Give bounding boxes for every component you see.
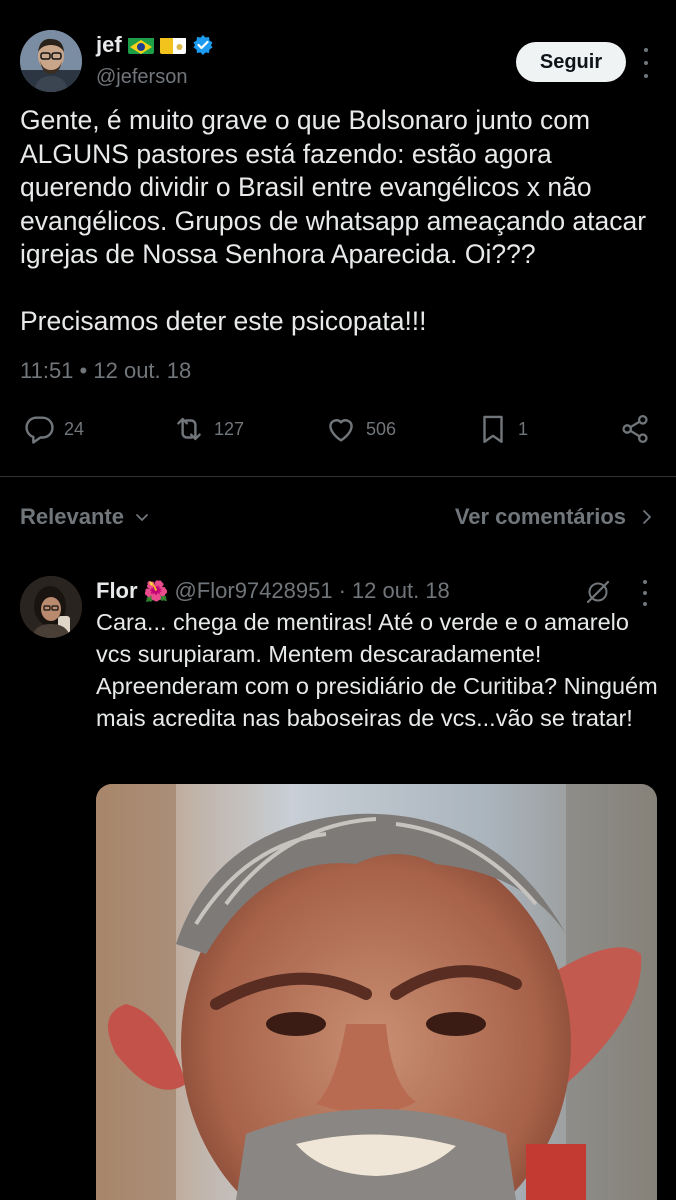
meta-separator: •: [79, 358, 88, 383]
bookmark-count: 1: [518, 418, 529, 439]
reply-more-icon[interactable]: [640, 580, 650, 606]
chevron-down-icon: [136, 514, 148, 521]
retweet-button[interactable]: 127: [172, 412, 244, 446]
tweet-time: 11:51: [20, 358, 74, 383]
author-handle[interactable]: @jeferson: [96, 66, 187, 89]
reply-header: Flor 🌺 @Flor97428951 · 12 out. 18: [96, 578, 450, 604]
section-divider: [0, 476, 676, 477]
reply-author-handle[interactable]: @Flor97428951: [174, 578, 332, 604]
tweet-text: Gente, é muito grave o que Bolsonaro jun…: [20, 105, 647, 336]
reply-icon: [25, 416, 54, 444]
reply-count: 24: [64, 418, 85, 439]
share-icon: [622, 414, 648, 444]
reply-date[interactable]: 12 out. 18: [352, 578, 450, 604]
follow-button[interactable]: Seguir: [516, 42, 626, 82]
retweet-count: 127: [214, 418, 245, 439]
view-comments-label: Ver comentários: [454, 504, 626, 529]
view-comments-link[interactable]: Ver comentários: [455, 504, 654, 530]
hibiscus-emoji: 🌺: [143, 580, 169, 603]
like-count: 506: [366, 418, 397, 439]
retweet-icon: [177, 417, 201, 441]
bookmark-button[interactable]: 1: [476, 412, 528, 446]
reply-attached-image[interactable]: [96, 784, 657, 1200]
author-name-row[interactable]: jef: [96, 32, 214, 58]
author-name[interactable]: jef: [96, 32, 122, 58]
action-bar: 24 127 506 1: [0, 412, 676, 456]
tweet-timestamp[interactable]: 11:51 • 12 out. 18: [20, 358, 191, 384]
tweet-date: 12 out. 18: [93, 358, 192, 383]
caricature-image: [96, 784, 657, 1200]
reply-avatar[interactable]: [20, 576, 82, 638]
share-button[interactable]: [618, 412, 652, 446]
reply-button[interactable]: 24: [22, 412, 84, 446]
vatican-flag-icon: [159, 36, 186, 54]
grok-icon[interactable]: [584, 578, 612, 606]
verified-badge-icon: [192, 34, 214, 56]
reply-text: Cara... chega de mentiras! Até o verde e…: [96, 609, 658, 731]
heart-icon: [329, 419, 353, 442]
chevron-right-icon: [643, 510, 651, 524]
reply-author-name[interactable]: Flor: [96, 578, 138, 604]
author-avatar[interactable]: [20, 30, 82, 92]
bookmark-icon: [483, 415, 503, 443]
like-button[interactable]: 506: [324, 412, 396, 446]
replies-sort-bar: Relevante Ver comentários: [0, 500, 676, 536]
brazil-flag-icon: [127, 36, 154, 54]
sort-dropdown[interactable]: Relevante: [20, 504, 150, 530]
sort-label: Relevante: [20, 504, 124, 529]
reply-dot: ·: [338, 578, 346, 603]
more-icon[interactable]: [641, 48, 651, 78]
